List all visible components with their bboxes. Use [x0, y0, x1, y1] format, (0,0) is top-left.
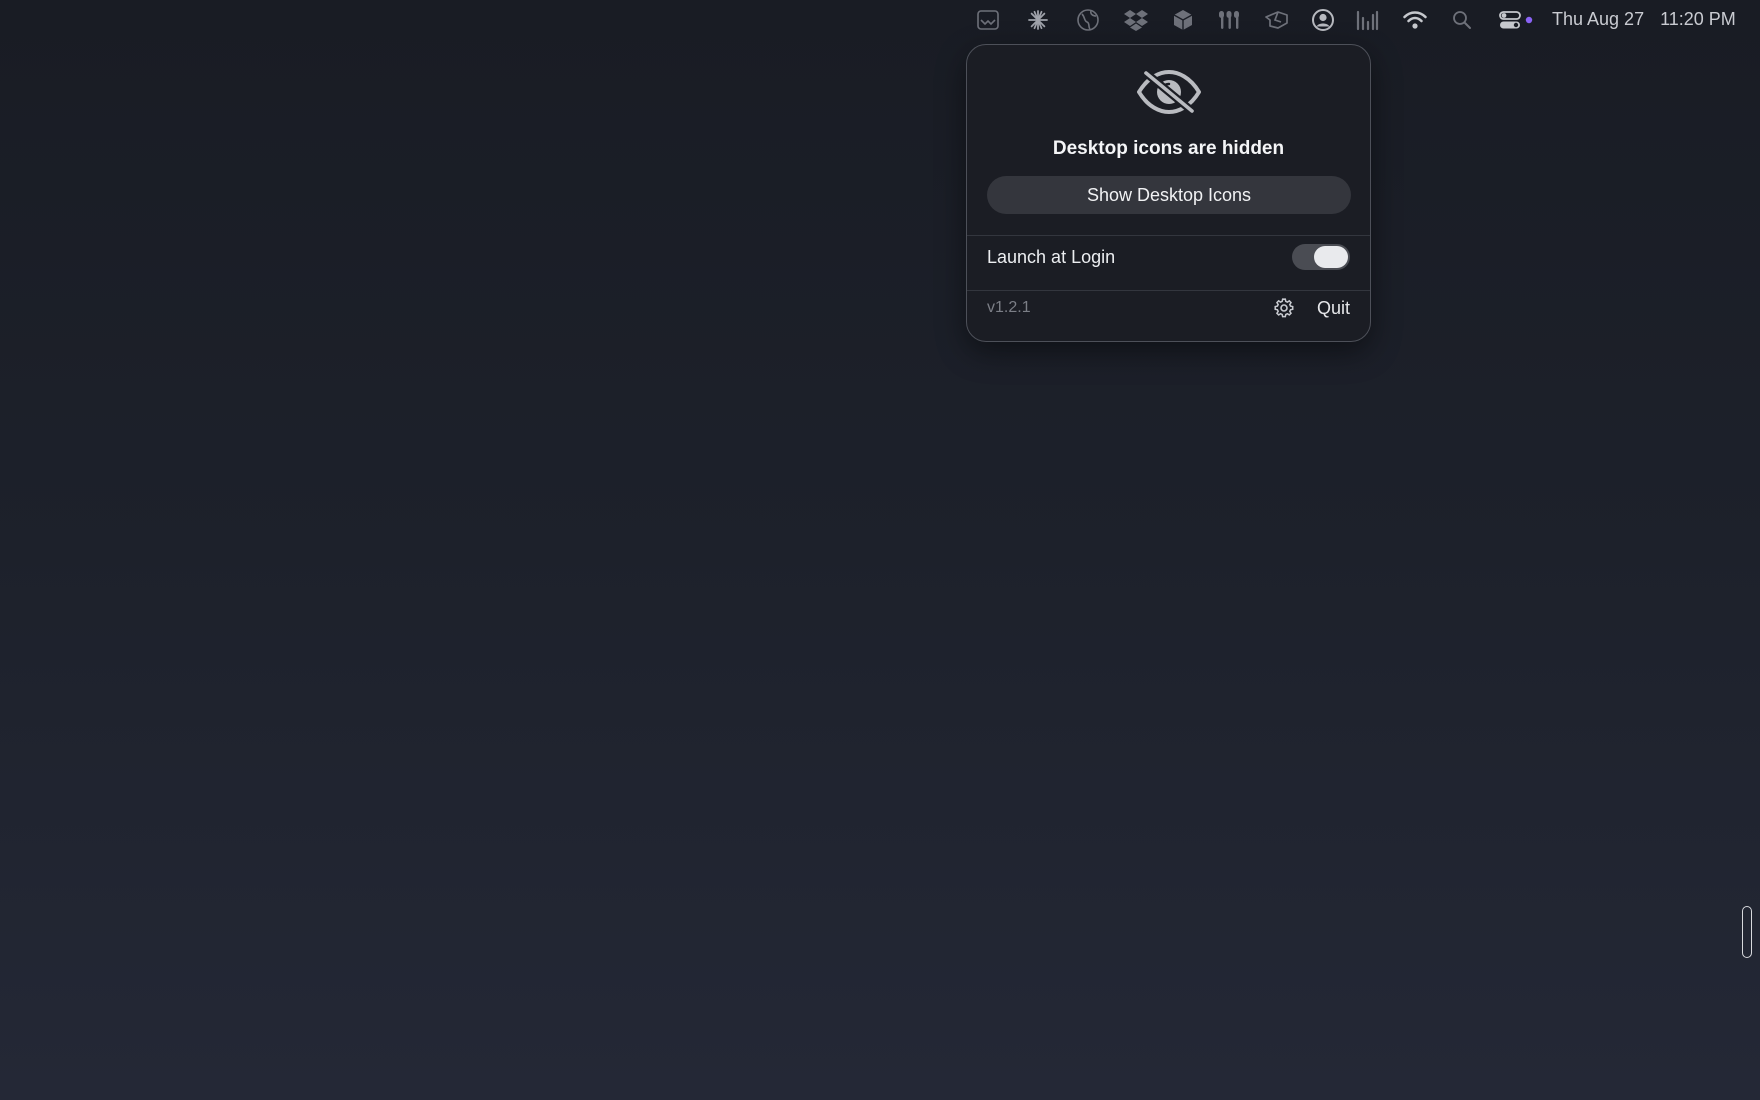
sparkle-icon[interactable]	[1025, 8, 1051, 32]
eye-slash-icon-wrap	[967, 69, 1370, 115]
mail-tray-icon[interactable]	[975, 8, 1001, 32]
launch-at-login-toggle[interactable]	[1292, 244, 1350, 270]
menu-bar-clock[interactable]: Thu Aug 27 11:20 PM	[1552, 9, 1736, 30]
launch-at-login-row: Launch at Login	[987, 235, 1350, 279]
notification-dot	[1525, 16, 1533, 24]
version-label: v1.2.1	[987, 299, 1031, 316]
launch-at-login-label: Launch at Login	[987, 246, 1116, 267]
toggle-knob	[1314, 246, 1348, 268]
hand-icon[interactable]	[1264, 8, 1290, 32]
quit-button[interactable]: Quit	[1317, 298, 1350, 319]
settings-button[interactable]	[1271, 295, 1297, 321]
spotlight-search-icon[interactable]	[1449, 8, 1475, 32]
wifi-icon[interactable]	[1402, 8, 1428, 32]
menu-bar-time: 11:20 PM	[1660, 9, 1736, 29]
menu-bar: Thu Aug 27 11:20 PM	[0, 0, 1760, 40]
popover-title: Desktop icons are hidden	[1052, 138, 1285, 159]
dropbox-icon[interactable]	[1123, 8, 1149, 32]
cube-icon[interactable]	[1170, 8, 1196, 32]
audio-levels-icon[interactable]	[1354, 8, 1380, 32]
user-account-icon[interactable]	[1310, 8, 1336, 32]
show-desktop-icons-button[interactable]: Show Desktop Icons	[987, 176, 1351, 214]
globe-icon[interactable]	[1075, 8, 1101, 32]
menu-bar-date: Thu Aug 27	[1552, 9, 1645, 29]
gear-icon	[1274, 298, 1294, 318]
desktop-icons-popover: Desktop icons are hidden Show Desktop Ic…	[966, 44, 1371, 342]
popover-footer: v1.2.1 Quit	[987, 290, 1350, 326]
scroll-indicator[interactable]	[1742, 906, 1752, 958]
eye-slash-icon	[1136, 69, 1201, 115]
airpods-icon[interactable]	[1216, 8, 1242, 32]
control-center-icon[interactable]	[1498, 8, 1534, 32]
